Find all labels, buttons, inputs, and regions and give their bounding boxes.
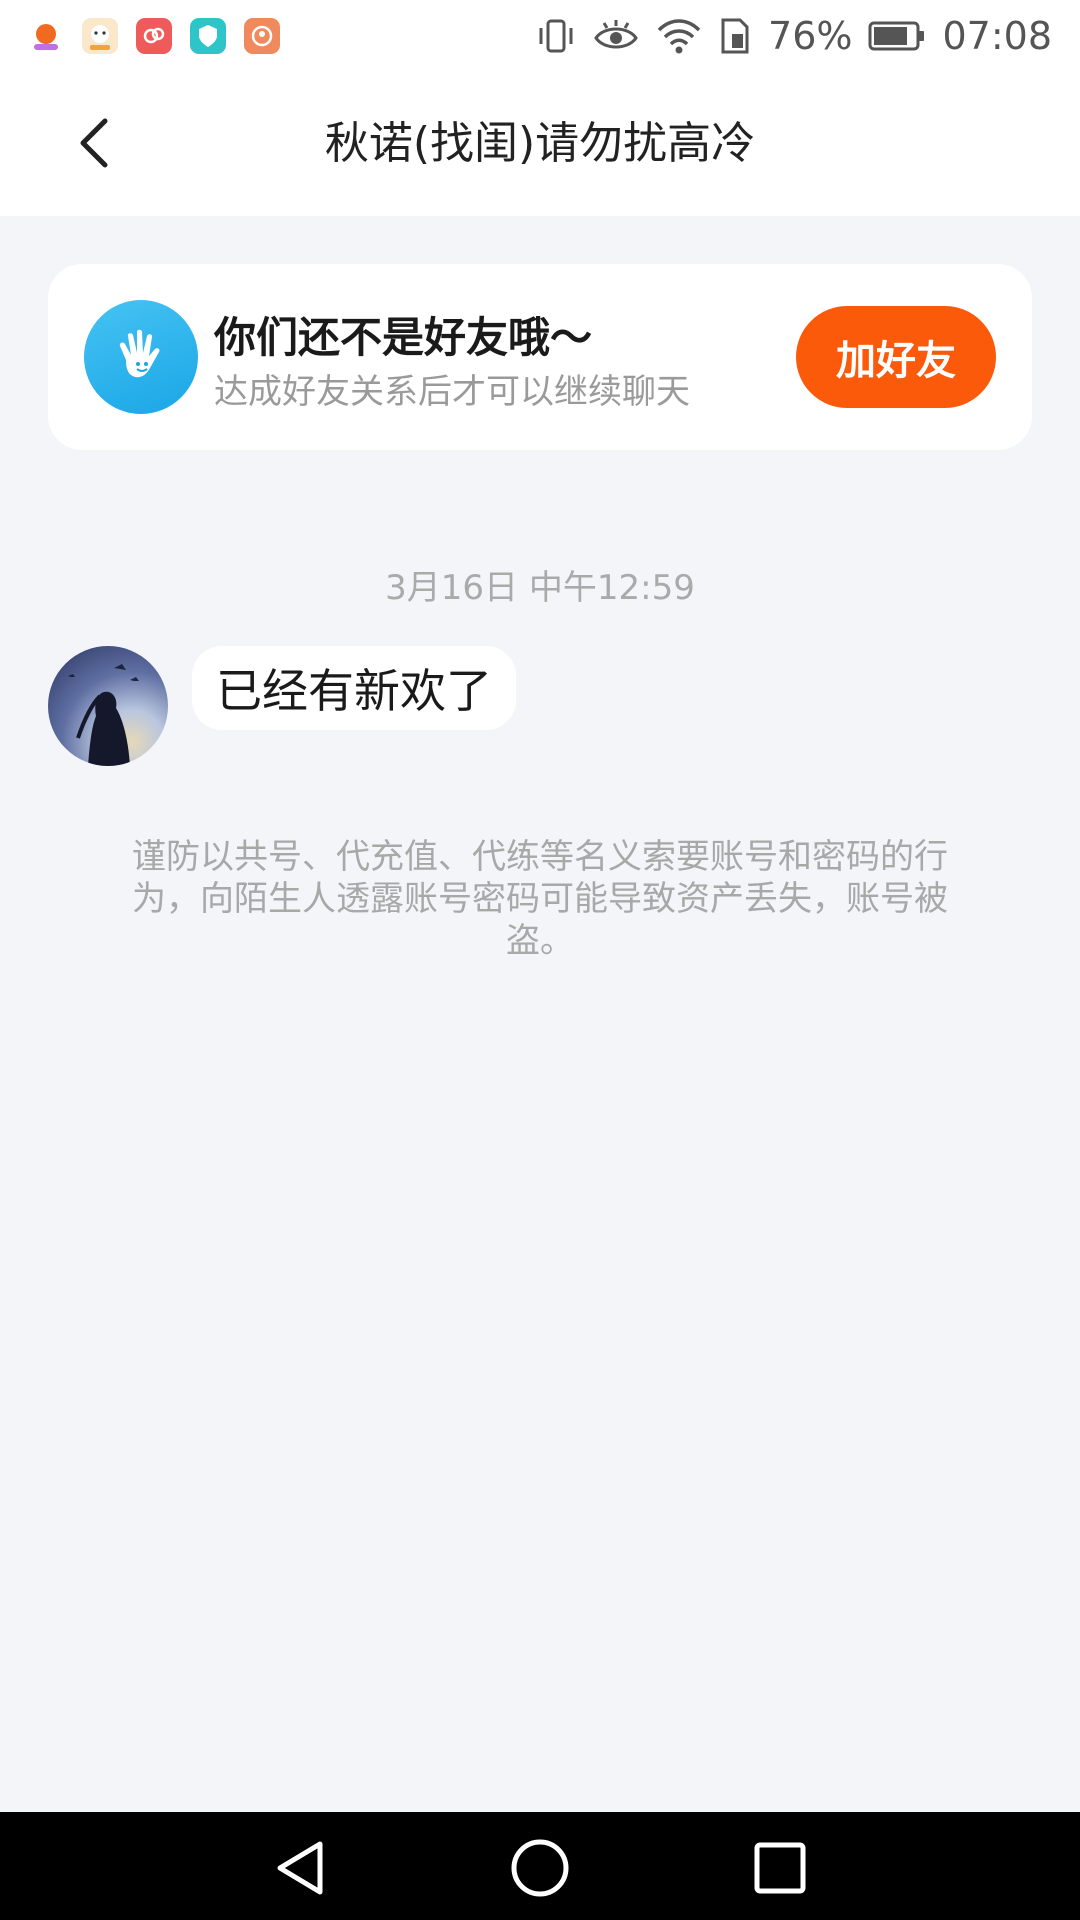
chevron-left-icon — [80, 118, 108, 168]
clock: 07:08 — [942, 14, 1052, 58]
add-friend-button[interactable]: 加好友 — [796, 306, 996, 408]
app-icon-cartoon — [82, 18, 118, 54]
app-icon-orange — [28, 18, 64, 54]
app-icon-shield — [190, 18, 226, 54]
battery-percent: 76% — [768, 14, 853, 58]
app-icon-red — [136, 18, 172, 54]
message-timestamp: 3月16日 中午12:59 — [385, 568, 695, 608]
sim-icon — [718, 16, 752, 56]
message-bubble[interactable]: 已经有新欢了 — [192, 646, 516, 730]
navigation-bar — [0, 1812, 1080, 1920]
back-triangle-icon[interactable] — [268, 1836, 332, 1900]
security-warning: 谨防以共号、代充值、代练等名义索要账号和密码的行为，向陌生人透露账号密码可能导致… — [132, 837, 948, 961]
vibrate-icon — [536, 16, 576, 56]
wifi-icon — [656, 16, 702, 56]
page-title: 秋诺(找闺)请勿扰高冷 — [324, 118, 756, 169]
title-bar: 秋诺(找闺)请勿扰高冷 — [0, 72, 1080, 216]
recents-square-icon[interactable] — [748, 1836, 812, 1900]
not-friends-card: 你们还不是好友哦～ 达成好友关系后才可以继续聊天 加好友 — [48, 264, 1032, 450]
status-bar: 76% 07:08 — [0, 0, 1080, 72]
card-title: 你们还不是好友哦～ — [214, 313, 593, 362]
app-icon-orange-person — [244, 18, 280, 54]
card-subtitle: 达成好友关系后才可以继续聊天 — [214, 372, 690, 412]
wave-hand-icon — [84, 300, 198, 414]
notification-icons — [28, 18, 280, 54]
back-button[interactable] — [60, 108, 130, 178]
battery-icon — [868, 20, 926, 52]
home-circle-icon[interactable] — [508, 1836, 572, 1900]
system-status: 76% 07:08 — [536, 14, 1052, 58]
eye-icon — [592, 16, 640, 56]
avatar[interactable] — [48, 646, 168, 766]
